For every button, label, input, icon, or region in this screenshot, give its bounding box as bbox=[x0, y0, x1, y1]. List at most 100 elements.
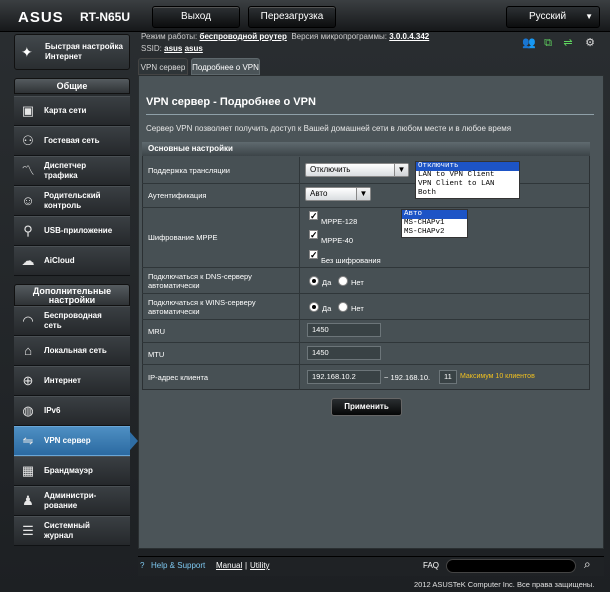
sidebar-item-aicloud[interactable]: ☁ AiCloud bbox=[14, 246, 130, 276]
chevron-down-icon[interactable]: ▼ bbox=[394, 164, 408, 176]
passthrough-option[interactable]: Отключить bbox=[416, 162, 519, 171]
auth-select[interactable]: Авто ▼ bbox=[305, 187, 371, 201]
sidebar-item-wireless[interactable]: ◠ Беспроводная сеть bbox=[14, 306, 130, 336]
row-divider bbox=[299, 343, 300, 364]
admin-user-icon: ♟ bbox=[22, 493, 34, 508]
dns-yes-radio[interactable] bbox=[309, 276, 319, 286]
search-icon[interactable]: ⌕ bbox=[584, 557, 591, 572]
dns-no-radio[interactable] bbox=[338, 276, 348, 286]
ip-start-input[interactable]: 192.168.10.2 bbox=[307, 370, 381, 384]
clients-icon[interactable]: 👥 bbox=[522, 37, 536, 49]
sidebar-item-label: Родительский контроль bbox=[44, 191, 101, 211]
asus-logo: ASUS bbox=[18, 9, 64, 26]
model-name: RT-N65U bbox=[80, 10, 131, 24]
cloud-icon: ☁ bbox=[21, 253, 35, 268]
globe-icon: ⊕ bbox=[22, 373, 34, 388]
tab-vpn-server[interactable]: VPN сервер bbox=[138, 58, 188, 75]
wins-yes-radio[interactable] bbox=[309, 302, 319, 312]
section-header: Основные настройки bbox=[142, 142, 590, 156]
wins-no-radio[interactable] bbox=[338, 302, 348, 312]
reboot-button[interactable]: Перезагрузка bbox=[248, 6, 336, 28]
page-description: Сервер VPN позволяет получить доступ к В… bbox=[146, 124, 512, 133]
sidebar-item-parental-control[interactable]: ☺ Родительский контроль bbox=[14, 186, 130, 216]
language-select[interactable]: Русский ▼ bbox=[506, 6, 600, 28]
qis-line1: Быстрая настройка bbox=[45, 42, 123, 51]
passthrough-option[interactable]: LAN to VPN Client bbox=[416, 171, 519, 180]
label-line1: Админист­ри- bbox=[44, 491, 97, 500]
label-line2: рование bbox=[44, 501, 78, 510]
ip-end-input[interactable]: 11 bbox=[439, 370, 457, 384]
label-line1: Родительский bbox=[44, 191, 101, 200]
usb-icon[interactable]: ⇌ bbox=[562, 37, 574, 49]
dns-yes-label: Да bbox=[322, 278, 332, 287]
tab-vpn-details[interactable]: Подробнее о VPN bbox=[191, 58, 260, 75]
mtu-label: MTU bbox=[148, 350, 165, 359]
wifi-icon: ◠ bbox=[22, 313, 34, 328]
mtu-input[interactable]: 1450 bbox=[307, 346, 381, 360]
sidebar-item-label: IPv6 bbox=[44, 406, 61, 415]
wins-label: Подключаться к WINS-серверу автоматически bbox=[148, 298, 256, 316]
parental-control-icon: ☺ bbox=[21, 193, 35, 208]
mode-value[interactable]: беспроводной роутер bbox=[200, 32, 287, 41]
wand-icon: ✦ bbox=[21, 44, 33, 60]
sidebar-item-label: Брандмауэр bbox=[44, 466, 93, 475]
mppe128-checkbox[interactable]: ✓ bbox=[309, 211, 318, 221]
label-line1: Диспетчер bbox=[44, 161, 87, 170]
sidebar-item-label: Админист­ри-рование bbox=[44, 491, 96, 511]
utility-link[interactable]: Utility bbox=[250, 556, 270, 576]
no-encryption-checkbox[interactable]: ✓ bbox=[309, 250, 318, 260]
row-divider bbox=[299, 320, 300, 342]
auth-label: Аутентификация bbox=[148, 191, 207, 200]
wins-label-line2: автоматически bbox=[148, 307, 200, 316]
row-divider bbox=[299, 365, 300, 390]
sidebar-item-label: VPN сервер bbox=[44, 436, 91, 445]
title-divider bbox=[146, 114, 594, 115]
sidebar-item-label: Беспроводная сеть bbox=[44, 311, 102, 331]
ssid-value-2[interactable]: asus bbox=[185, 44, 203, 53]
passthrough-label: Поддержка трансляции bbox=[148, 166, 230, 175]
sidebar-item-label: Интернет bbox=[44, 376, 81, 385]
sidebar-item-traffic-manager[interactable]: 〽 Диспетчер трафика bbox=[14, 156, 130, 186]
quick-setup-button[interactable]: ✦ Быстрая настройка Интернет bbox=[14, 34, 130, 70]
faq-label: FAQ bbox=[423, 561, 440, 570]
label-line2: сеть bbox=[44, 321, 62, 330]
passthrough-select[interactable]: Отключить ▼ bbox=[305, 163, 409, 177]
sidebar-item-label: USB-приложение bbox=[44, 226, 113, 235]
sidebar-item-firewall[interactable]: ▦ Брандмауэр bbox=[14, 456, 130, 486]
network-map-icon: ▣ bbox=[21, 103, 35, 118]
faq-search-input[interactable] bbox=[446, 559, 576, 573]
help-icon: ? bbox=[140, 561, 145, 570]
row-dns: Подключаться к DNS-серверу автоматически bbox=[142, 268, 590, 294]
sidebar-item-network-map[interactable]: ▣ Карта сети bbox=[14, 96, 130, 126]
label-line2: журнал bbox=[44, 531, 74, 540]
mru-input[interactable]: 1450 bbox=[307, 323, 381, 337]
mppe40-checkbox[interactable]: ✓ bbox=[309, 230, 318, 240]
general-header: Общие bbox=[14, 78, 130, 94]
row-divider bbox=[299, 294, 300, 319]
sidebar-item-usb-app[interactable]: ⚲ USB-приложение bbox=[14, 216, 130, 246]
sidebar-item-label: Системный журнал bbox=[44, 521, 90, 541]
ip-range-separator: ~ 192.168.10. bbox=[384, 373, 431, 382]
ssid-value-1[interactable]: asus bbox=[164, 44, 182, 53]
sidebar-item-internet[interactable]: ⊕ Интернет bbox=[14, 366, 130, 396]
row-divider bbox=[299, 268, 300, 293]
firmware-value[interactable]: 3.0.0.4.342 bbox=[389, 32, 429, 41]
sidebar-item-ipv6[interactable]: ◍ IPv6 bbox=[14, 396, 130, 426]
label-line2: трафика bbox=[44, 171, 78, 180]
network-status-icon[interactable]: ⧉ bbox=[542, 37, 554, 49]
qis-line2: Интернет bbox=[45, 52, 82, 61]
sidebar-item-label: Локальная сеть bbox=[44, 346, 107, 355]
sidebar-item-guest-network[interactable]: ⚇ Гостевая сеть bbox=[14, 126, 130, 156]
sidebar-item-lan[interactable]: ⌂ Локальная сеть bbox=[14, 336, 130, 366]
sidebar-item-vpn-server[interactable]: ⇋ VPN сервер bbox=[14, 426, 138, 456]
sidebar-item-label: Гостевая сеть bbox=[44, 136, 100, 145]
wins-label-line1: Подключаться к WINS-серверу bbox=[148, 298, 256, 307]
settings-icon[interactable]: ⚙ bbox=[584, 37, 596, 49]
sidebar-item-label: Диспетчер трафика bbox=[44, 161, 86, 181]
manual-link[interactable]: Manual bbox=[216, 556, 242, 576]
sidebar-item-system-log[interactable]: ☰ Системный журнал bbox=[14, 516, 130, 546]
sidebar-item-administration[interactable]: ♟ Админист­ри-рование bbox=[14, 486, 130, 516]
apply-button[interactable]: Применить bbox=[331, 398, 402, 416]
chevron-down-icon[interactable]: ▼ bbox=[356, 188, 370, 200]
logout-button[interactable]: Выход bbox=[152, 6, 240, 28]
